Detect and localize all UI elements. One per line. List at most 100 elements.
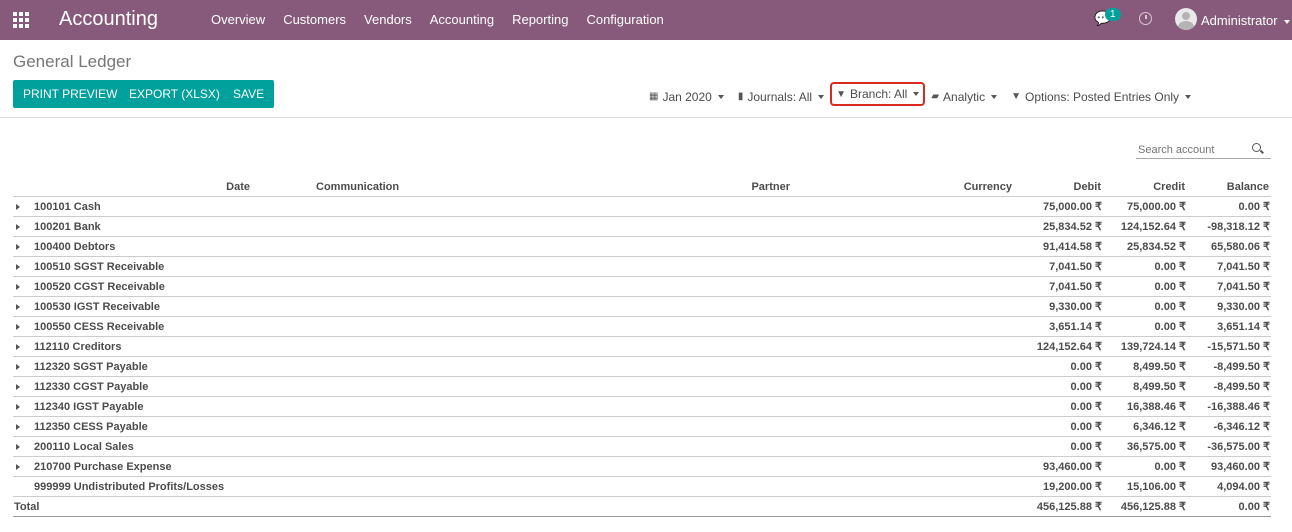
menu-reporting[interactable]: Reporting bbox=[503, 0, 577, 40]
account-row[interactable]: 112320 SGST Payable 0.00 ₹8,499.50 ₹ -8,49… bbox=[13, 356, 1271, 377]
account-cell[interactable]: 100510 SGST Receivable bbox=[13, 256, 1014, 277]
apps-menu-icon[interactable] bbox=[13, 12, 29, 28]
account-row[interactable]: 100530 IGST Receivable 9,330.00 ₹0.00 ₹9,… bbox=[13, 296, 1271, 317]
options-filter[interactable]: ▼ Options: Posted Entries Only bbox=[1011, 87, 1192, 106]
account-row[interactable]: 100510 SGST Receivable 7,041.50 ₹0.00 ₹7,… bbox=[13, 256, 1271, 277]
expand-caret-icon[interactable] bbox=[16, 263, 20, 270]
chevron-down-icon bbox=[1283, 19, 1290, 24]
expand-caret-icon[interactable] bbox=[16, 283, 20, 290]
account-cell[interactable]: 112110 Creditors bbox=[13, 336, 1014, 357]
account-row[interactable]: 100400 Debtors 91,414.58 ₹25,834.52 ₹65,5… bbox=[13, 236, 1271, 257]
account-name: 100400 Debtors bbox=[34, 240, 116, 253]
user-menu[interactable]: Administrator bbox=[1201, 13, 1290, 28]
balance-cell: -16,388.46 ₹ bbox=[1187, 396, 1271, 417]
journals-filter[interactable]: ▮ Journals: All bbox=[738, 87, 825, 106]
credit-cell: 6,346.12 ₹ bbox=[1103, 416, 1187, 437]
balance-cell: -15,571.50 ₹ bbox=[1187, 336, 1271, 357]
account-cell[interactable]: 100400 Debtors bbox=[13, 236, 1014, 257]
debit-cell: 7,041.50 ₹ bbox=[1014, 256, 1103, 277]
expand-caret-icon[interactable] bbox=[16, 443, 20, 450]
page-title: General Ledger bbox=[13, 52, 132, 71]
balance-cell: 93,460.00 ₹ bbox=[1187, 456, 1271, 477]
account-cell[interactable]: 100520 CGST Receivable bbox=[13, 276, 1014, 297]
funnel-icon: ▼ bbox=[1011, 91, 1021, 102]
menu-customers[interactable]: Customers bbox=[274, 0, 355, 40]
expand-caret-icon[interactable] bbox=[16, 403, 20, 410]
expand-caret-icon[interactable] bbox=[16, 203, 20, 210]
messaging-menu[interactable]: 💬 1 bbox=[1094, 8, 1121, 28]
expand-caret-icon[interactable] bbox=[16, 243, 20, 250]
export-xlsx-button[interactable]: EXPORT (XLSX) bbox=[119, 80, 230, 108]
expand-caret-icon[interactable] bbox=[16, 423, 20, 430]
account-name: 112330 CGST Payable bbox=[34, 380, 149, 393]
balance-cell: -98,318.12 ₹ bbox=[1187, 216, 1271, 237]
account-cell[interactable]: 112340 IGST Payable bbox=[13, 396, 1014, 417]
account-row[interactable]: 200110 Local Sales 0.00 ₹36,575.00 ₹ -36,5… bbox=[13, 436, 1271, 457]
account-name: 112340 IGST Payable bbox=[34, 400, 144, 413]
search-icon[interactable] bbox=[1252, 143, 1261, 152]
debit-cell: 9,330.00 ₹ bbox=[1014, 296, 1103, 317]
debit-cell: 3,651.14 ₹ bbox=[1014, 316, 1103, 337]
expand-caret-icon[interactable] bbox=[16, 323, 20, 330]
analytic-filter[interactable]: ▰ Analytic bbox=[931, 87, 998, 106]
account-row[interactable]: 112340 IGST Payable 0.00 ₹16,388.46 ₹ -16,… bbox=[13, 396, 1271, 417]
debit-cell: 7,041.50 ₹ bbox=[1014, 276, 1103, 297]
credit-cell: 0.00 ₹ bbox=[1103, 256, 1187, 277]
account-row[interactable]: 100201 Bank 25,834.52 ₹124,152.64 ₹ -98,31… bbox=[13, 216, 1271, 237]
branch-filter-label: Branch: All bbox=[849, 87, 908, 101]
branch-filter[interactable]: ▼ Branch: All bbox=[830, 82, 926, 106]
account-row: 999999 Undistributed Profits/Losses 19,20… bbox=[13, 476, 1271, 497]
account-cell[interactable]: 100101 Cash bbox=[13, 196, 1014, 217]
app-title: Accounting bbox=[59, 8, 158, 30]
funnel-icon: ▼ bbox=[836, 88, 846, 100]
debit-cell: 91,414.58 ₹ bbox=[1014, 236, 1103, 257]
account-name: 100550 CESS Receivable bbox=[34, 320, 165, 333]
expand-caret-icon[interactable] bbox=[16, 343, 20, 350]
expand-caret-icon[interactable] bbox=[16, 383, 20, 390]
user-avatar[interactable] bbox=[1175, 8, 1197, 30]
account-cell[interactable]: 112350 CESS Payable bbox=[13, 416, 1014, 437]
account-row[interactable]: 112350 CESS Payable 0.00 ₹6,346.12 ₹ -6,34… bbox=[13, 416, 1271, 437]
chevron-down-icon bbox=[913, 92, 920, 96]
account-cell[interactable]: 200110 Local Sales bbox=[13, 436, 1014, 457]
account-row[interactable]: 100520 CGST Receivable 7,041.50 ₹0.00 ₹7,… bbox=[13, 276, 1271, 297]
balance-cell: 3,651.14 ₹ bbox=[1187, 316, 1271, 337]
filter-bar: ▦ Jan 2020 ▮ Journals: All ▼ Branch: All… bbox=[649, 82, 1205, 106]
menu-configuration[interactable]: Configuration bbox=[577, 0, 672, 40]
account-cell[interactable]: 210700 Purchase Expense bbox=[13, 456, 1014, 477]
account-cell[interactable]: 100201 Bank bbox=[13, 216, 1014, 237]
debit-cell: 0.00 ₹ bbox=[1014, 436, 1103, 457]
chat-count-badge: 1 bbox=[1105, 8, 1121, 21]
print-preview-button[interactable]: PRINT PREVIEW bbox=[13, 80, 128, 108]
debit-cell: 124,152.64 ₹ bbox=[1014, 336, 1103, 357]
date-filter[interactable]: ▦ Jan 2020 bbox=[649, 87, 724, 106]
account-row[interactable]: 100101 Cash 75,000.00 ₹75,000.00 ₹0.00 ₹ bbox=[13, 196, 1271, 217]
menu-accounting[interactable]: Accounting bbox=[421, 0, 503, 40]
account-cell[interactable]: 100530 IGST Receivable bbox=[13, 296, 1014, 317]
credit-cell: 15,106.00 ₹ bbox=[1103, 476, 1187, 497]
account-cell[interactable]: 100550 CESS Receivable bbox=[13, 316, 1014, 337]
expand-caret-icon[interactable] bbox=[16, 223, 20, 230]
search-account-input[interactable] bbox=[1136, 142, 1248, 158]
account-name: 100510 SGST Receivable bbox=[34, 260, 165, 273]
account-cell[interactable]: 112330 CGST Payable bbox=[13, 376, 1014, 397]
save-button[interactable]: SAVE bbox=[223, 80, 275, 108]
activity-clock-icon[interactable] bbox=[1139, 12, 1152, 25]
account-cell[interactable]: 112320 SGST Payable bbox=[13, 356, 1014, 377]
balance-cell: 4,094.00 ₹ bbox=[1187, 476, 1271, 497]
credit-cell: 36,575.00 ₹ bbox=[1103, 436, 1187, 457]
credit-cell: 139,724.14 ₹ bbox=[1103, 336, 1187, 357]
expand-caret-icon[interactable] bbox=[16, 303, 20, 310]
top-navbar: Accounting Overview Customers Vendors Ac… bbox=[0, 0, 1292, 40]
expand-caret-icon[interactable] bbox=[16, 363, 20, 370]
account-row[interactable]: 112110 Creditors 124,152.64 ₹139,724.14 ₹… bbox=[13, 336, 1271, 357]
account-row[interactable]: 112330 CGST Payable 0.00 ₹8,499.50 ₹ -8,49… bbox=[13, 376, 1271, 397]
menu-vendors[interactable]: Vendors bbox=[355, 0, 421, 40]
balance-cell: -8,499.50 ₹ bbox=[1187, 376, 1271, 397]
account-row[interactable]: 100550 CESS Receivable 3,651.14 ₹0.00 ₹3,… bbox=[13, 316, 1271, 337]
expand-caret-icon[interactable] bbox=[16, 463, 20, 470]
folder-open-icon: ▰ bbox=[931, 91, 940, 102]
menu-overview[interactable]: Overview bbox=[202, 0, 274, 40]
balance-cell: 7,041.50 ₹ bbox=[1187, 256, 1271, 277]
account-row[interactable]: 210700 Purchase Expense 93,460.00 ₹0.00 ₹… bbox=[13, 456, 1271, 477]
